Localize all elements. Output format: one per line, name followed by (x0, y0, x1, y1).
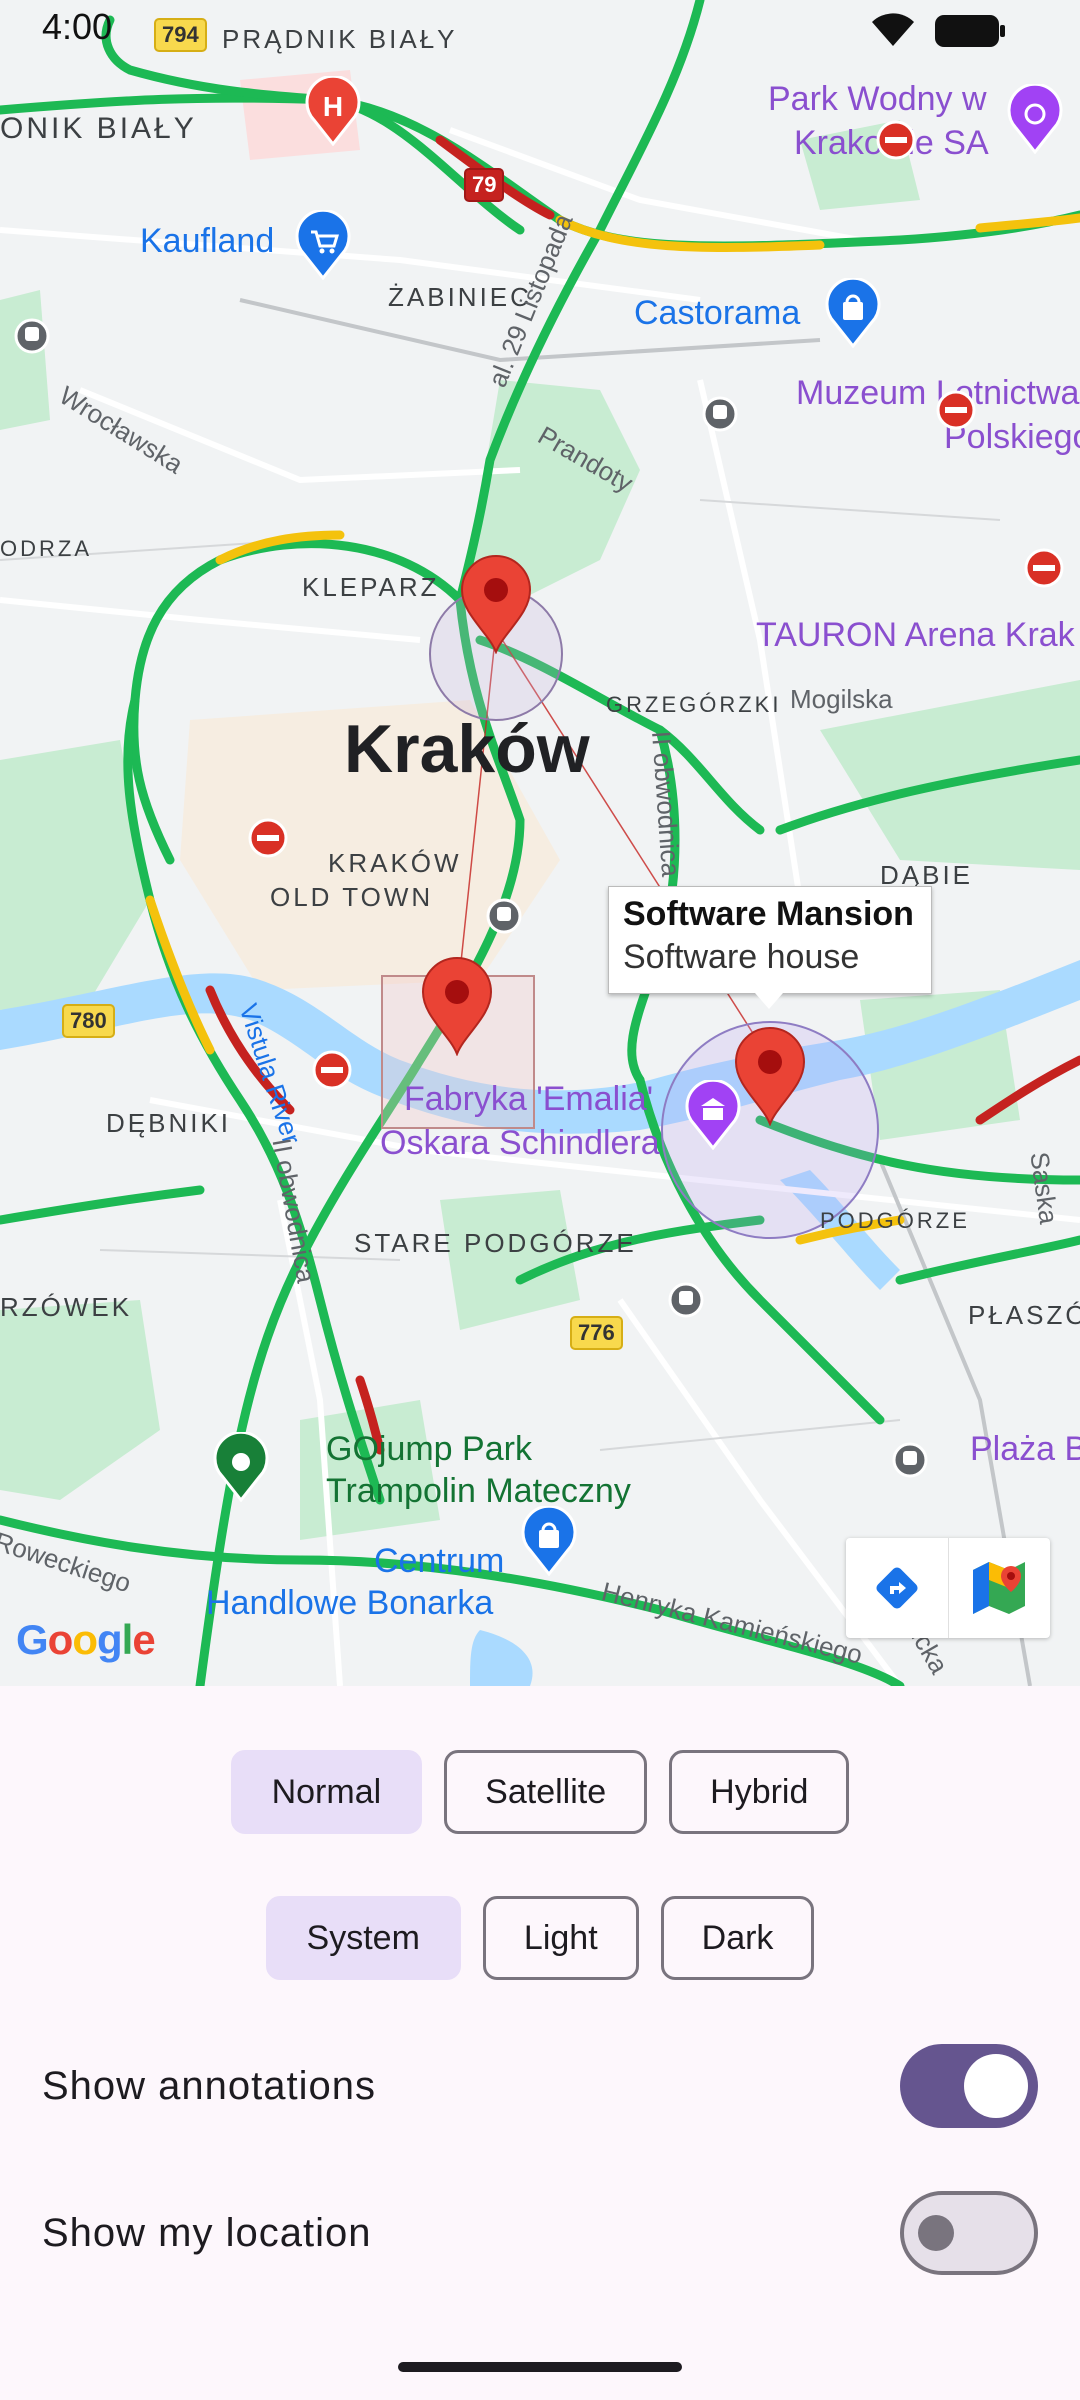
no-entry-icon (1024, 548, 1064, 588)
transit-icon (668, 1282, 704, 1318)
district-label: RZÓWEK (0, 1292, 133, 1322)
switch-knob (918, 2215, 954, 2251)
google-maps-icon (973, 1562, 1026, 1614)
district-label: KRAKÓW (328, 848, 462, 878)
route-shield: 776 (570, 1316, 623, 1350)
show-annotations-label: Show annotations (42, 2063, 377, 2108)
directions-icon (876, 1567, 918, 1609)
attraction-icon[interactable] (1006, 84, 1064, 154)
poi-label-kaufland[interactable]: Kaufland (140, 222, 274, 261)
poi-label-park-wodny[interactable]: Park Wodny w (768, 80, 987, 119)
theme-light-button[interactable]: Light (482, 1896, 639, 1980)
street-label: Mogilska (790, 684, 893, 714)
battery-icon (935, 15, 1005, 47)
poi-label-gojump[interactable]: GOjump Park (326, 1430, 532, 1469)
hospital-icon[interactable]: H (304, 76, 362, 146)
show-my-location-row: Show my location (42, 2191, 1038, 2275)
switch-knob (964, 2054, 1028, 2118)
no-entry-icon (876, 120, 916, 160)
theme-selector: System Light Dark (0, 1896, 1080, 1980)
shopping-cart-icon[interactable] (294, 210, 352, 280)
home-indicator[interactable] (398, 2362, 682, 2372)
info-window-subtitle: Software house (623, 938, 860, 976)
poi-label-fabryka[interactable]: Oskara Schindlera (380, 1124, 660, 1163)
poi-label-bonarka[interactable]: Handlowe Bonarka (206, 1584, 493, 1623)
route-shield: 780 (62, 1004, 115, 1038)
no-entry-icon (936, 390, 976, 430)
park-icon[interactable] (212, 1432, 270, 1502)
district-label: ODRZA (0, 536, 92, 561)
district-label: GRZEGÓRZKI (606, 692, 782, 717)
show-my-location-label: Show my location (42, 2210, 372, 2255)
district-label: STARE PODGÓRZE (354, 1228, 637, 1258)
map-type-satellite-button[interactable]: Satellite (444, 1750, 648, 1834)
status-time: 4:00 (42, 6, 113, 47)
poi-label-gojump[interactable]: Trampolin Mateczny (326, 1472, 631, 1511)
district-label: ONIK BIAŁY (0, 112, 197, 145)
google-logo: Google (16, 1616, 156, 1663)
map-view[interactable]: PRĄDNIK BIAŁY ONIK BIAŁY ŻABINIEC KLEPAR… (0, 0, 1080, 1686)
shopping-bag-icon[interactable] (520, 1506, 578, 1576)
info-window-title: Software Mansion (623, 895, 914, 933)
district-label: DĘBNIKI (106, 1108, 232, 1138)
poi-label-bonarka[interactable]: Centrum (374, 1542, 504, 1581)
district-label: PŁASZÓ (968, 1300, 1080, 1330)
district-label: OLD TOWN (270, 882, 434, 912)
no-entry-icon (312, 1050, 352, 1090)
transit-icon (486, 898, 522, 934)
map-marker-icon[interactable] (419, 956, 495, 1056)
city-label: Kraków (344, 711, 590, 787)
map-marker-icon[interactable] (458, 554, 534, 654)
wifi-icon (872, 13, 914, 46)
map-type-normal-button[interactable]: Normal (230, 1750, 423, 1834)
poi-label-tauron[interactable]: TAURON Arena Krak (756, 616, 1075, 655)
svg-text:H: H (323, 91, 343, 122)
open-in-maps-button[interactable] (949, 1538, 1051, 1638)
transit-icon (14, 318, 50, 354)
no-entry-icon (248, 818, 288, 858)
shopping-bag-icon[interactable] (824, 278, 882, 348)
transit-icon (702, 396, 738, 432)
controls-panel: Normal Satellite Hybrid System Light Dar… (0, 1686, 1080, 2400)
directions-button[interactable] (846, 1538, 949, 1638)
map-toolbar (846, 1538, 1050, 1638)
district-label: PODGÓRZE (820, 1208, 970, 1233)
route-shield: 79 (464, 168, 505, 202)
show-annotations-row: Show annotations (42, 2044, 1038, 2128)
poi-label-fabryka[interactable]: Fabryka 'Emalia' (404, 1080, 653, 1119)
district-label: KLEPARZ (302, 572, 440, 602)
map-type-hybrid-button[interactable]: Hybrid (669, 1750, 850, 1834)
status-bar: 4:00 (0, 0, 1080, 62)
transit-icon (892, 1442, 928, 1478)
show-annotations-switch[interactable] (900, 2044, 1038, 2128)
theme-dark-button[interactable]: Dark (660, 1896, 815, 1980)
map-marker-icon[interactable] (732, 1026, 808, 1126)
poi-label-castorama[interactable]: Castorama (634, 294, 800, 333)
map-type-selector: Normal Satellite Hybrid (0, 1750, 1080, 1834)
marker-info-window[interactable]: Software Mansion Software house (608, 886, 932, 1009)
show-my-location-switch[interactable] (900, 2191, 1038, 2275)
poi-label-plaza[interactable]: Plaża B (970, 1430, 1080, 1469)
theme-system-button[interactable]: System (265, 1896, 461, 1980)
